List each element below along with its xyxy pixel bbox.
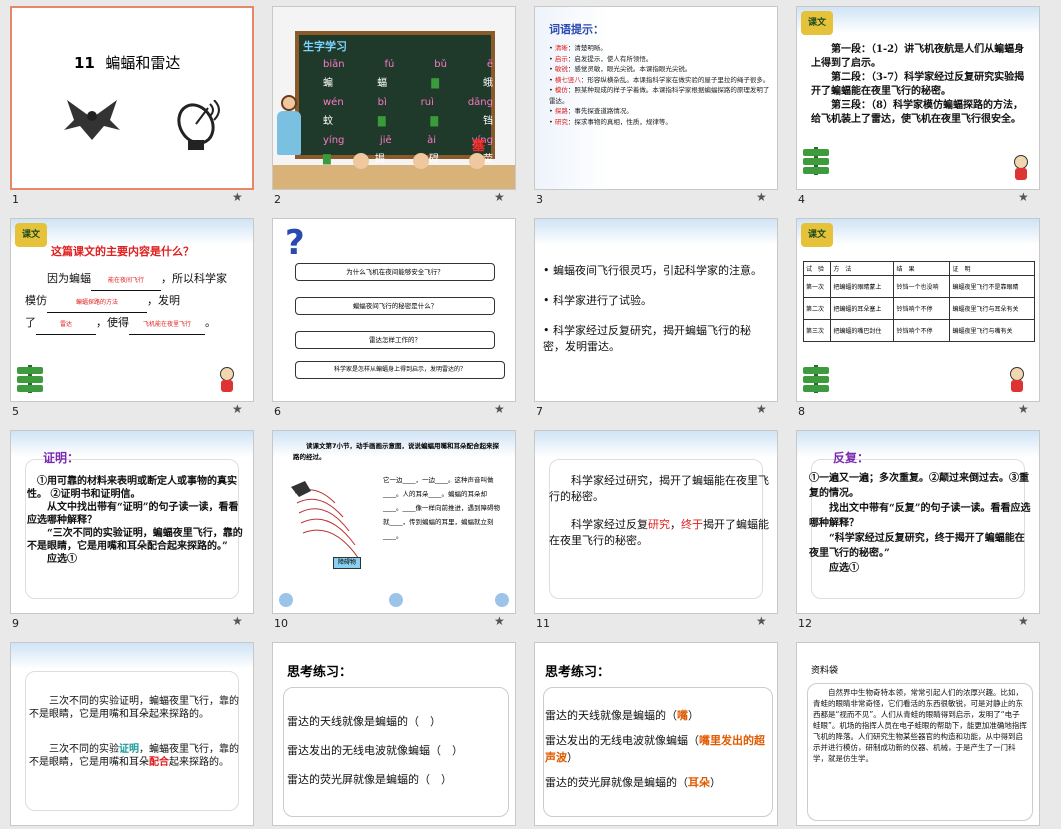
question-box: 雷达怎样工作的？ [295,331,495,349]
student-icon [1007,367,1027,393]
slide-number: 2 [274,193,281,206]
slide-number: 4 [798,193,805,206]
slide-cell-12[interactable]: 反复： ①一遍又一遍；多次重复。②颠过来倒过去。③重复的情况。 找出文中带有“反… [786,424,1048,631]
question-box: 为什么飞机在夜间能够安全飞行？ [295,263,495,281]
course-logo: 课文 [801,223,833,247]
slide-thumbnail[interactable]: 反复： ①一遍又一遍；多次重复。②颠过来倒过去。③重复的情况。 找出文中带有“反… [796,430,1040,614]
slide-number: 8 [798,405,805,418]
slide-thumbnail[interactable]: 读课文第7小节，动手画画示意图，说说蝙蝠用嘴和耳朵配合起来探路的经过。 障碍物 … [272,430,516,614]
signpost-icon [803,147,829,175]
exercise-title: 思考练习： [287,665,353,680]
slide-cell-6[interactable]: ? 为什么飞机在夜间能够安全飞行？ 蝙蝠夜间飞行的秘密是什么？ 雷达怎样工作的？… [262,212,524,419]
slide-cell-5[interactable]: 课文 这篇课文的主要内容是什么？ 因为蝙蝠 能在夜间飞行 ，所以科学家 模仿 蝙蝠探路… [0,212,262,419]
slide-number: 11 [536,617,550,630]
fill-in-text: 它一边____，一边____。这种声音叫做____。人的耳朵____。蝙蝠的耳朵… [383,476,500,540]
nav-back-icon[interactable] [279,593,293,607]
slide-cell-9[interactable]: 证明： ①用可靠的材料来表明或断定人或事物的真实性。 ②证明书和证明信。 从文中… [0,424,262,631]
slide-title: 11 蝙蝠和雷达 [74,54,181,72]
slide-cell-2[interactable]: 生字学习 biān fú bǔ ē 蝙蝠 ▇ 蛾 wén bì ruì dāng 蚊 ▇ ▇ 铛 yí… [262,0,524,207]
question-heading: 这篇课文的主要内容是什么？ [51,245,194,258]
slide-cell-8[interactable]: 课文 试 验方 法结 果证 明 第一次 把蝙蝠的眼睛蒙上 铃铛一个也没响 蝙蝠夜里飞行… [786,212,1048,419]
star-icon: ★ [756,614,767,628]
star-icon: ★ [232,614,243,628]
nav-info-icon[interactable] [389,593,403,607]
obstacle-label: 障碍物 [333,557,361,569]
section-header: 生字学习 [303,40,347,53]
radar-dish-icon [177,100,220,150]
slide-thumbnail[interactable]: 思考练习： 雷达的天线就像是蝙蝠的（ ） 雷达发出的无线电波就像蝙蝠（ ） 雷达… [272,642,516,826]
question-box: 蝙蝠夜间飞行的秘密是什么？ [295,297,495,315]
slide-thumbnail[interactable]: 证明： ①用可靠的材料来表明或断定人或事物的真实性。 ②证明书和证明信。 从文中… [10,430,254,614]
slide-thumbnail[interactable]: 课文 试 验方 法结 果证 明 第一次 把蝙蝠的眼睛蒙上 铃铛一个也没响 蝙蝠夜里飞行… [796,218,1040,402]
slide-thumbnail[interactable]: 课文 第一段：（1-2）讲飞机夜航是人们从蝙蝠身上得到了启示。 第二段：（3-7… [796,6,1040,190]
slide-number: 5 [12,405,19,418]
slide-number: 3 [536,193,543,206]
slide-cell-13[interactable]: 三次不同的实验证明，蝙蝠夜里飞行，靠的不是眼睛，它是用嘴和耳朵起来探路的。 三次… [0,636,262,829]
resource-text: 自然界中生物奇特本领，常常引起人们的浓厚兴趣。比如，青蛙的眼睛非常奇怪，它们看活… [813,688,1027,763]
slide-thumbnail[interactable]: 词语提示： • 清晰：清楚明晰。 • 启示：启发提示，使人有所领悟。 • 敏锐：… [534,6,778,190]
question-box: 科学家是怎样从蝙蝠身上得到启示，发明雷达的？ [295,361,505,379]
term-title: 反复： [833,451,870,465]
slide-thumbnail[interactable]: 生字学习 biān fú bǔ ē 蝙蝠 ▇ 蛾 wén bì ruì dāng 蚊 ▇ ▇ 铛 yí… [272,6,516,190]
star-icon: ★ [756,190,767,204]
star-icon: ★ [756,402,767,416]
slide-cell-10[interactable]: 读课文第7小节，动手画画示意图，说说蝙蝠用嘴和耳朵配合起来探路的经过。 障碍物 … [262,424,524,631]
slide-cell-7[interactable]: • 蝙蝠夜间飞行很灵巧，引起科学家的注意。 • 科学家进行了试验。 • 科学家经… [524,212,786,419]
slide-cell-14[interactable]: 思考练习： 雷达的天线就像是蝙蝠的（ ） 雷达发出的无线电波就像蝙蝠（ ） 雷达… [262,636,524,829]
slide-number: 12 [798,617,812,630]
blackboard: 生字学习 biān fú bǔ ē 蝙蝠 ▇ 蛾 wén bì ruì dāng 蚊 ▇ ▇ 铛 yí… [295,31,495,165]
slide-number: 6 [274,405,281,418]
slide-number: 9 [12,617,19,630]
star-icon: ★ [494,402,505,416]
resource-title: 资料袋 [811,666,839,676]
slide-cell-11[interactable]: 科学家经过研究，揭开了蝙蝠能在夜里飞行的秘密。 科学家经过反复研究，终于揭开了蝙… [524,424,786,631]
bat-icon [64,100,120,140]
slide-thumbnail[interactable]: 三次不同的实验证明，蝙蝠夜里飞行，靠的不是眼睛，它是用嘴和耳朵起来探路的。 三次… [10,642,254,826]
slide-cell-3[interactable]: 词语提示： • 清晰：清楚明晰。 • 启示：启发提示，使人有所领悟。 • 敏锐：… [524,0,786,207]
star-icon: ★ [232,190,243,204]
student-icon [217,367,237,393]
exercise-title: 思考练习： [545,665,611,680]
star-icon: ★ [1018,614,1029,628]
star-icon: ★ [1018,190,1029,204]
slide-cell-4[interactable]: 课文 第一段：（1-2）讲飞机夜航是人们从蝙蝠身上得到了启示。 第二段：（3-7… [786,0,1048,207]
slide-thumbnail[interactable]: ? 为什么飞机在夜间能够安全飞行？ 蝙蝠夜间飞行的秘密是什么？ 雷达怎样工作的？… [272,218,516,402]
question-mark-icon: ? [285,223,305,263]
instruction-text: 读课文第7小节，动手画画示意图，说说蝙蝠用嘴和耳朵配合起来探路的经过。 [293,442,500,461]
slide-number: 7 [536,405,543,418]
teacher-figure [275,95,303,165]
section-header: 词语提示： [549,23,604,36]
star-icon: ★ [494,614,505,628]
term-title: 证明： [43,451,80,465]
slide-thumbnail[interactable]: • 蝙蝠夜间飞行很灵巧，引起科学家的注意。 • 科学家进行了试验。 • 科学家经… [534,218,778,402]
course-logo: 课文 [15,223,47,247]
extra-character: 塞 [471,139,485,154]
student-icon [1011,155,1031,181]
slide-thumbnail[interactable]: 课文 这篇课文的主要内容是什么？ 因为蝙蝠 能在夜间飞行 ，所以科学家 模仿 蝙蝠探路… [10,218,254,402]
slide-cell-15[interactable]: 思考练习： 雷达的天线就像是蝙蝠的（嘴） 雷达发出的无线电波就像蝙蝠（嘴里发出的… [524,636,786,829]
slide-number: 10 [274,617,288,630]
slide-cell-1[interactable]: 11 蝙蝠和雷达 1 ★ [0,0,262,207]
slide-number: 1 [12,193,19,206]
signpost-icon [803,365,829,393]
slide-thumbnail[interactable]: 11 蝙蝠和雷达 [10,6,254,190]
star-icon: ★ [494,190,505,204]
star-icon: ★ [232,402,243,416]
nav-forward-icon[interactable] [495,593,509,607]
slide-cell-16[interactable]: 资料袋 自然界中生物奇特本领，常常引起人们的浓厚兴趣。比如，青蛙的眼睛非常奇怪，… [786,636,1048,829]
slide-thumbnail[interactable]: 思考练习： 雷达的天线就像是蝙蝠的（嘴） 雷达发出的无线电波就像蝙蝠（嘴里发出的… [534,642,778,826]
experiment-table: 试 验方 法结 果证 明 第一次 把蝙蝠的眼睛蒙上 铃铛一个也没响 蝙蝠夜里飞行不是靠… [802,261,1035,342]
signpost-icon [17,365,43,393]
slide-sorter-grid: 11 蝙蝠和雷达 1 ★ 生字学习 biān fú bǔ ē 蝙 蝠 ▇ 蛾 w… [0,0,1061,829]
slide-thumbnail[interactable]: 资料袋 自然界中生物奇特本领，常常引起人们的浓厚兴趣。比如，青蛙的眼睛非常奇怪，… [796,642,1040,826]
course-logo: 课文 [801,11,833,35]
star-icon: ★ [1018,402,1029,416]
slide-thumbnail[interactable]: 科学家经过研究，揭开了蝙蝠能在夜里飞行的秘密。 科学家经过反复研究，终于揭开了蝙… [534,430,778,614]
